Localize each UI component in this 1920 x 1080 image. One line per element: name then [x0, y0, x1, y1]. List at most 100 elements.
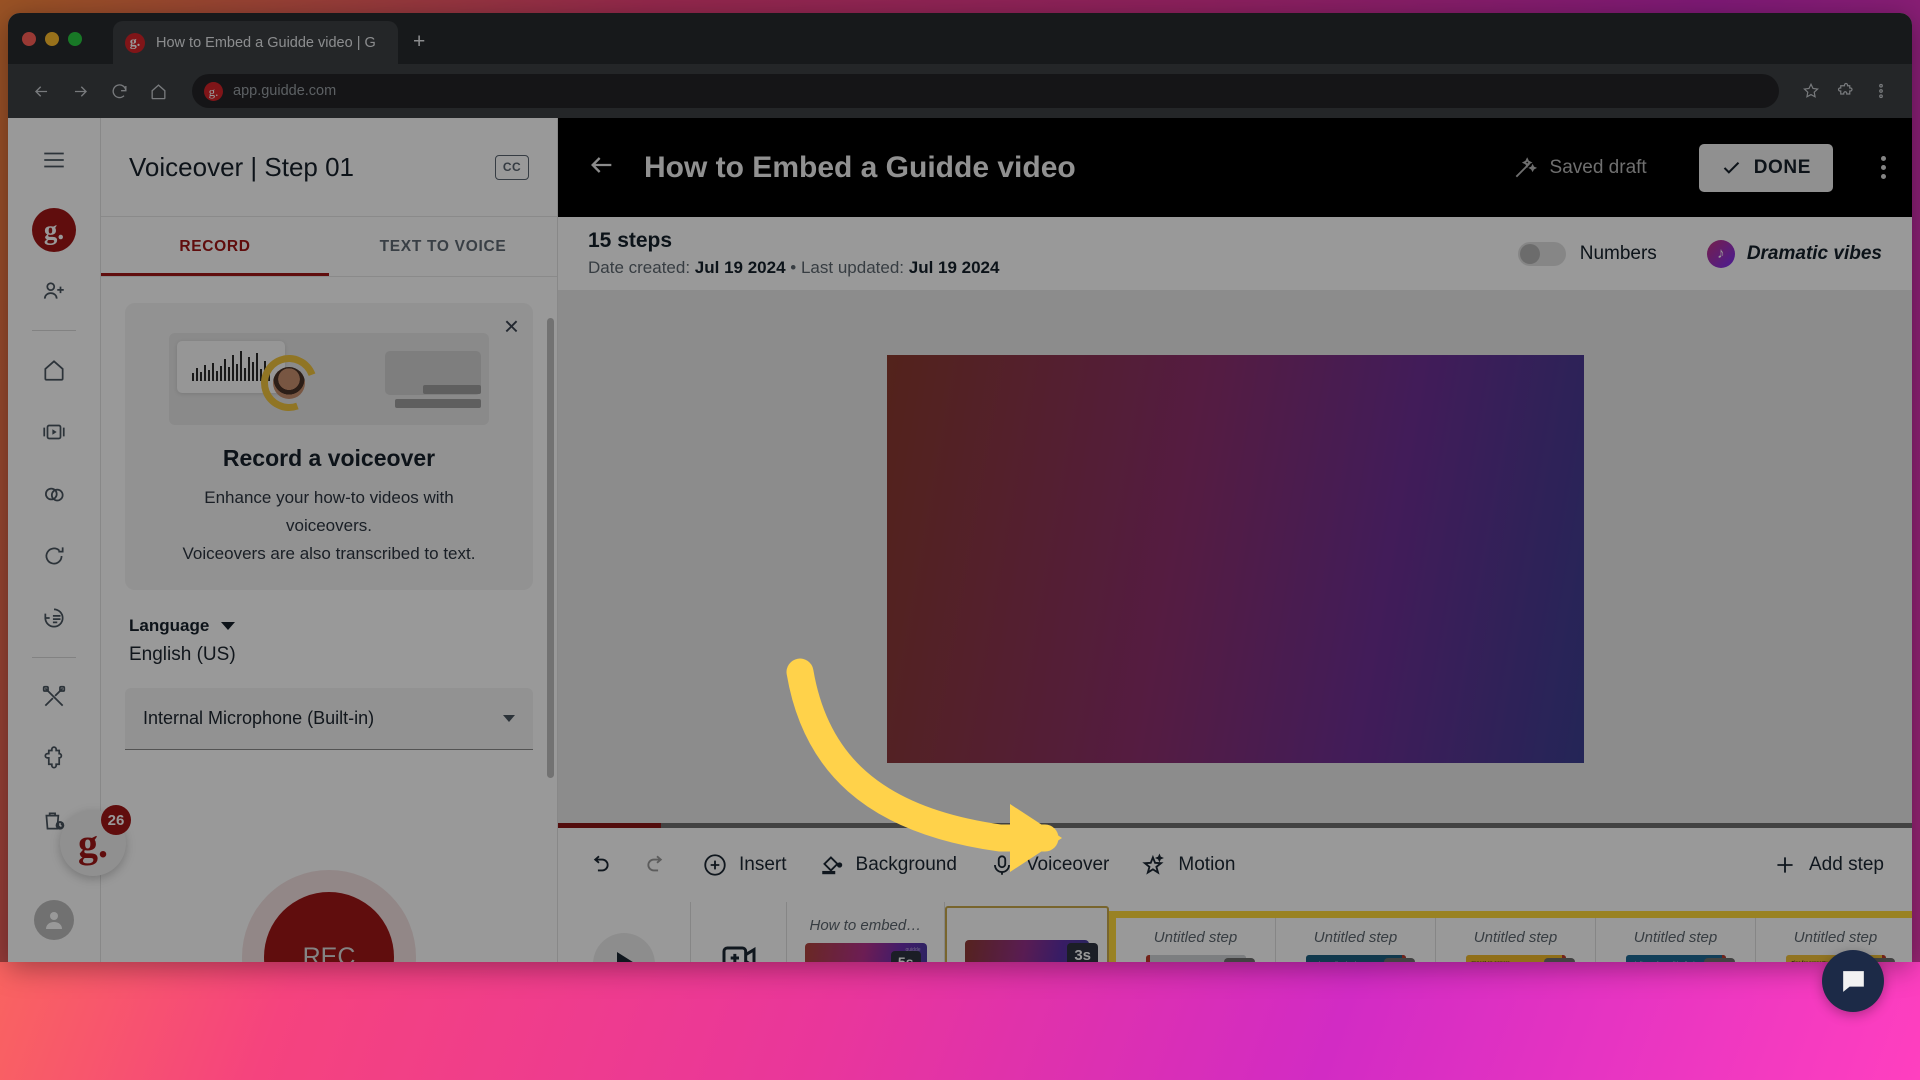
add-step-button[interactable]: Add step [1772, 852, 1884, 878]
step-01-duration: 3s [1067, 943, 1098, 962]
timeline-step-01-selected[interactable]: 3s 01 [945, 906, 1109, 962]
microphone-value: Internal Microphone (Built-in) [143, 708, 375, 728]
step-05-thumb-box: Challenges for small landlords 3s [1625, 955, 1735, 962]
new-tab-button[interactable]: + [413, 31, 425, 52]
video-editor: How to Embed a Guidde video Saved draft … [558, 118, 1912, 962]
close-icon[interactable]: × [504, 313, 519, 339]
promo-line3: Voiceovers are also transcribed to text. [182, 544, 476, 563]
steps-count: 15 steps [588, 229, 673, 252]
transcript-icon[interactable] [36, 600, 72, 636]
forward-button[interactable] [63, 74, 97, 108]
record-voiceover-promo: × Record a voiceover Enhance your how-to… [125, 303, 533, 590]
step-05-slide-title: Challenges for small landlords [1632, 961, 1698, 962]
add-user-icon[interactable] [36, 273, 72, 309]
intercom-chat-button[interactable] [1822, 950, 1884, 1012]
extension-icon[interactable] [36, 741, 72, 777]
add-intro-icon [719, 938, 759, 962]
timeline-highlighted-steps-group[interactable]: Untitled step Navigating Rent Control in… [1109, 911, 1912, 962]
numbers-toggle-label: Numbers [1579, 242, 1657, 264]
plus-circle-icon [704, 854, 726, 876]
insert-button[interactable]: Insert [702, 852, 787, 878]
date-created-value: Jul 19 2024 [694, 258, 786, 277]
timeline-cover-cell[interactable]: How to embed ... guidde How to embed a G… [787, 902, 945, 962]
last-updated-label: Last updated: [800, 258, 904, 277]
minimize-window-button[interactable] [45, 32, 59, 46]
tab-favicon-icon: g. [125, 32, 145, 53]
panel-scrollbar[interactable] [547, 318, 554, 778]
menu-icon[interactable] [36, 142, 72, 178]
spaces-icon[interactable] [36, 476, 72, 512]
guidde-logo-icon[interactable]: g. [32, 208, 76, 252]
close-window-button[interactable] [22, 32, 36, 46]
promo-line-1 [423, 385, 481, 394]
tab-record[interactable]: RECORD [101, 217, 329, 276]
reload-button[interactable] [102, 74, 136, 108]
vibes-selector[interactable]: ♪ Dramatic vibes [1706, 239, 1882, 268]
user-avatar[interactable] [34, 900, 74, 940]
extensions-puzzle-icon[interactable] [1831, 76, 1861, 106]
done-button[interactable]: DONE [1698, 143, 1833, 192]
motion-label: Motion [1178, 854, 1236, 875]
address-bar[interactable]: g. app.guidde.com [192, 74, 1779, 108]
promo-heading: Record a voiceover [222, 445, 436, 471]
browser-window: g. How to Embed a Guidde video | G + g. … [8, 13, 1912, 962]
step-05-duration: 3s [1703, 958, 1735, 962]
timeline-intro-cell[interactable]: Intro [691, 902, 787, 962]
home-button[interactable] [141, 74, 175, 108]
promo-line2: voiceovers. [286, 516, 372, 535]
background-button[interactable]: Background [819, 852, 957, 878]
video-canvas[interactable] [886, 355, 1584, 763]
step-05-name: Untitled step [1633, 929, 1718, 946]
music-note-icon: ♪ [1706, 239, 1735, 268]
browser-tab-strip: g. How to Embed a Guidde video | G + [8, 13, 1912, 64]
redo-button[interactable] [644, 852, 670, 878]
maximize-window-button[interactable] [68, 32, 82, 46]
rail-divider [32, 330, 76, 331]
home-icon[interactable] [36, 352, 72, 388]
record-button[interactable]: REC [264, 892, 394, 962]
play-button[interactable] [593, 933, 655, 962]
page-title: How to Embed a Guidde video [644, 150, 1076, 184]
bookmark-star-icon[interactable] [1796, 76, 1826, 106]
step-03-duration: 3s [1383, 958, 1415, 962]
microphone-select[interactable]: Internal Microphone (Built-in) [125, 688, 533, 750]
language-selector[interactable]: Language [129, 616, 529, 636]
guidde-assistant-button[interactable]: g. 26 [60, 805, 131, 876]
tab-text-to-voice[interactable]: TEXT TO VOICE [329, 217, 557, 276]
timeline-step-03[interactable]: Untitled step Understanding the changes … [1276, 918, 1436, 962]
back-button[interactable] [24, 74, 58, 108]
browser-tab[interactable]: g. How to Embed a Guidde video | G [113, 21, 398, 64]
tools-icon[interactable] [36, 679, 72, 715]
language-label: Language [129, 616, 210, 635]
back-arrow-icon[interactable] [588, 151, 616, 184]
last-updated-value: Jul 19 2024 [908, 258, 1000, 277]
numbers-toggle-switch[interactable] [1517, 241, 1566, 266]
timeline-step-04[interactable]: Untitled step Impact on owners 3s [1436, 918, 1596, 962]
timeline-strip[interactable]: 00:05/01:06 Intro How to embed ... guidd… [558, 902, 1912, 962]
voiceover-panel: Voiceover | Step 01 CC RECORD TEXT TO VO… [101, 118, 558, 962]
timeline-step-02[interactable]: Untitled step Navigating Rent Control in… [1116, 918, 1276, 962]
step-03-slide-title: Understanding the changes [1312, 961, 1382, 962]
plus-icon [1777, 857, 1793, 873]
editor-header: How to Embed a Guidde video Saved draft … [558, 118, 1912, 217]
step-06-name: Untitled step [1793, 929, 1878, 946]
voiceover-button[interactable]: Voiceover [989, 852, 1109, 878]
motion-button[interactable]: Motion [1141, 852, 1235, 878]
timeline-step-05[interactable]: Untitled step Challenges for small landl… [1596, 918, 1756, 962]
editor-more-options-icon[interactable] [1881, 156, 1886, 179]
playlists-icon[interactable] [36, 414, 72, 450]
window-traffic-lights[interactable] [22, 32, 82, 46]
language-value: English (US) [129, 644, 236, 665]
browser-menu-icon[interactable] [1866, 76, 1896, 106]
closed-captions-icon[interactable]: CC [495, 154, 529, 180]
undo-button[interactable] [586, 852, 612, 878]
magic-wand-icon [1515, 156, 1537, 177]
star-sparkle-icon [1142, 853, 1165, 875]
refresh-icon[interactable] [36, 538, 72, 574]
presenter-avatar-icon [273, 367, 305, 399]
microphone-icon [993, 855, 1010, 875]
numbers-toggle[interactable]: Numbers [1517, 241, 1657, 266]
promo-line1: Enhance your how-to videos with [204, 488, 454, 507]
video-preview-area [558, 290, 1912, 828]
browser-toolbar: g. app.guidde.com [8, 64, 1912, 118]
